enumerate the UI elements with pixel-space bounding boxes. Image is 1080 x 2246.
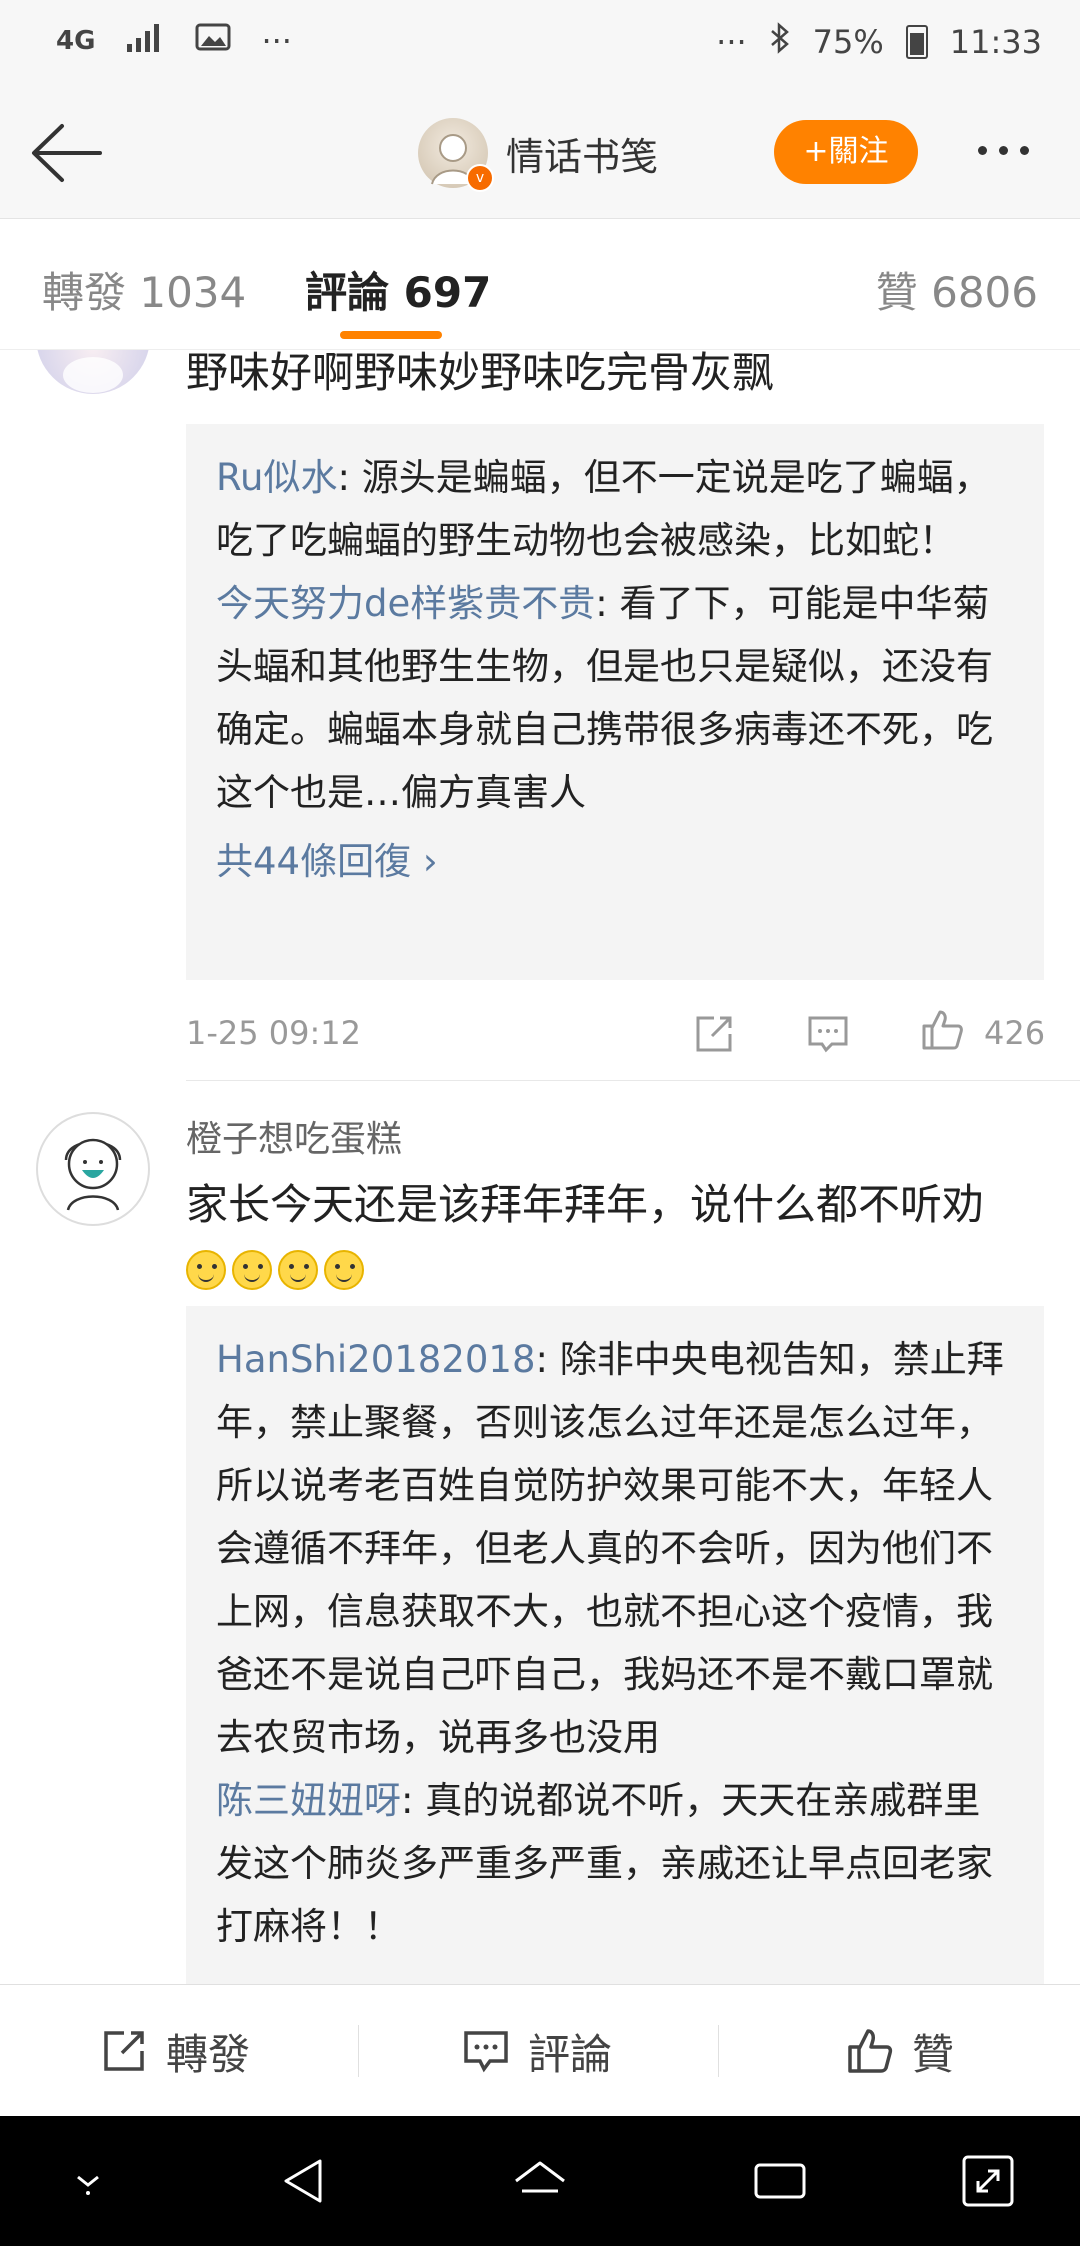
repost-button[interactable]: 轉發	[98, 1985, 250, 2117]
avatar-illustration	[64, 1138, 122, 1211]
separator	[358, 2025, 359, 2077]
comment-time: 1-25 09:12	[186, 1014, 362, 1052]
comment-username[interactable]: 橙子想吃蛋糕	[186, 1110, 402, 1162]
avatar[interactable]	[36, 1112, 150, 1226]
account-avatar[interactable]: v	[418, 118, 494, 192]
signal-icon	[125, 22, 165, 60]
bottom-action-bar: 轉發 評論 贊	[0, 1984, 1080, 2117]
nav-home-button[interactable]	[510, 2151, 570, 2211]
comment-text-body: 家长今天还是该拜年拜年，说什么都不听劝	[186, 1180, 985, 1229]
back-button[interactable]	[28, 118, 104, 188]
clock: 11:33	[949, 23, 1042, 61]
nav-recents-button[interactable]	[750, 2151, 810, 2211]
battery-icon	[905, 25, 928, 59]
like-icon	[848, 2029, 893, 2073]
comment-icon[interactable]	[804, 1010, 852, 1058]
reply-item[interactable]: 陈三妞妞呀: 真的说都说不听，天天在亲戚群里发这个肺炎多严重多严重，亲戚还让早点…	[216, 1769, 1014, 1958]
tab-bar: 轉發 1034 評論 697 贊 6806	[0, 219, 1080, 350]
comment-list[interactable]: 野味好啊野味妙野味吃完骨灰飘 Ru似水: 源头是蝙蝠，但不一定说是吃了蝙蝠，吃了…	[0, 350, 1080, 1984]
comment-button[interactable]: 評論	[460, 1985, 612, 2117]
smile-emoji-icon	[232, 1250, 272, 1290]
nav-back-button[interactable]	[274, 2151, 334, 2211]
follow-button[interactable]: +關注	[774, 120, 918, 184]
smile-emoji-icon	[324, 1250, 364, 1290]
reply-item[interactable]: Ru似水: 源头是蝙蝠，但不一定说是吃了蝙蝠，吃了吃蝙蝠的野生动物也会被感染，比…	[216, 446, 1014, 572]
nav-expand-button[interactable]	[958, 2151, 1018, 2211]
expand-icon	[962, 2155, 1014, 2207]
reply-username[interactable]: HanShi20182018	[216, 1338, 536, 1381]
dot-icon	[999, 145, 1008, 155]
reply-item[interactable]: 今天努力de样紫贵不贵: 看了下，可能是中华菊头蝠和其他野生生物，但是也只是疑似…	[216, 572, 1014, 824]
comment-text: 野味好啊野味妙野味吃完骨灰飘	[186, 350, 775, 397]
reply-box[interactable]: Ru似水: 源头是蝙蝠，但不一定说是吃了蝙蝠，吃了吃蝙蝠的野生动物也会被感染，比…	[186, 424, 1044, 980]
repost-icon[interactable]	[690, 1010, 738, 1058]
repost-label: 轉發	[166, 2029, 251, 2079]
chevron-down-icon	[77, 2175, 99, 2195]
avatar-illustration	[63, 357, 123, 393]
account-name[interactable]: 情话书笺	[506, 126, 658, 181]
image-icon	[195, 22, 231, 60]
more-notifications: ···	[261, 22, 292, 60]
more-options-button[interactable]	[978, 130, 1050, 170]
reply-username[interactable]: 今天努力de样紫贵不贵	[216, 582, 595, 625]
like-icon[interactable]	[918, 1006, 966, 1054]
system-nav-bar	[0, 2116, 1080, 2246]
repost-icon	[104, 2031, 144, 2071]
smile-emoji-icon	[186, 1250, 226, 1290]
emoji-row	[186, 1250, 370, 1290]
tab-like[interactable]: 贊 6806	[876, 259, 1038, 320]
like-label: 贊	[912, 2029, 955, 2079]
avatar[interactable]	[36, 350, 150, 394]
recents-icon	[754, 2163, 806, 2199]
smile-emoji-icon	[278, 1250, 318, 1290]
reply-text: : 除非中央电视告知，禁止拜年，禁止聚餐，否则该怎么过年还是怎么过年，所以说考老…	[216, 1338, 1004, 1759]
nav-hide-button[interactable]	[58, 2151, 118, 2211]
comment-text: 家长今天还是该拜年拜年，说什么都不听劝	[186, 1174, 984, 1236]
verified-badge-icon: v	[466, 164, 494, 192]
bluetooth-icon	[769, 22, 791, 62]
reply-item[interactable]: HanShi20182018: 除非中央电视告知，禁止拜年，禁止聚餐，否则该怎么…	[216, 1328, 1014, 1769]
dot-icon	[1020, 145, 1029, 155]
like-count: 426	[984, 1014, 1046, 1052]
network-type: 4G	[56, 26, 96, 56]
reply-username[interactable]: 陈三妞妞呀	[216, 1779, 401, 1822]
reply-username[interactable]: Ru似水	[216, 456, 338, 499]
separator	[718, 2025, 719, 2077]
more-status: ···	[716, 23, 747, 61]
divider	[186, 1080, 1080, 1081]
comment-icon	[464, 2031, 508, 2073]
home-icon	[515, 2161, 565, 2193]
comment-label: 評論	[528, 2029, 613, 2079]
like-button[interactable]: 贊	[844, 1985, 954, 2117]
tab-comment[interactable]: 評論 697	[305, 259, 491, 320]
back-triangle-icon	[284, 2159, 322, 2203]
reply-box[interactable]: HanShi20182018: 除非中央电视告知，禁止拜年，禁止聚餐，否则该怎么…	[186, 1306, 1044, 1984]
tab-repost[interactable]: 轉發 1034	[42, 259, 246, 320]
tab-indicator	[340, 331, 442, 339]
dot-icon	[978, 145, 987, 155]
status-bar: 4G ··· ··· 75% 11:33	[0, 0, 1080, 90]
more-replies-link[interactable]: 共44條回復 ›	[216, 830, 1014, 893]
battery-percent: 75%	[812, 23, 884, 61]
back-arrow-icon	[32, 124, 102, 182]
top-header: v 情话书笺 +關注	[0, 90, 1080, 219]
